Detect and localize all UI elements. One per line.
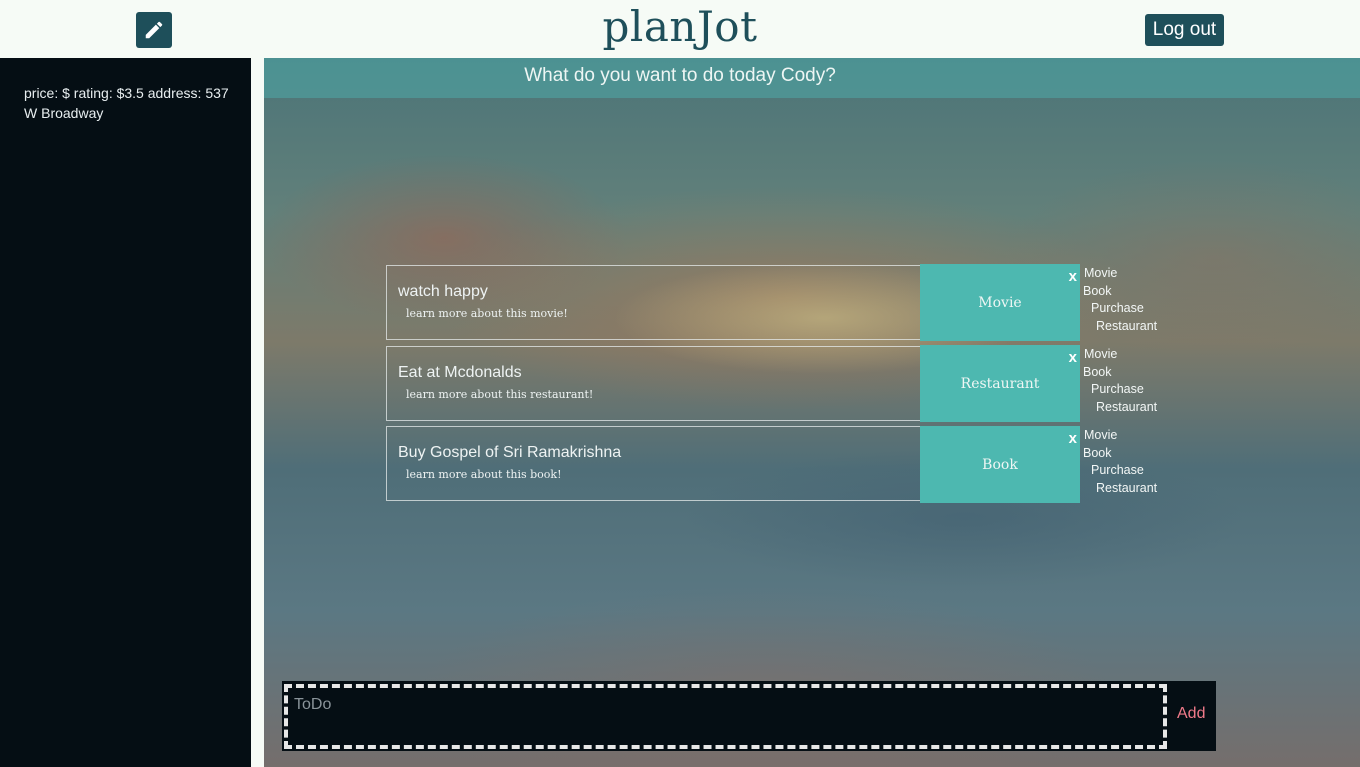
category-badge[interactable]: Book x (920, 426, 1080, 503)
category-badge[interactable]: Restaurant x (920, 345, 1080, 422)
delete-todo-button[interactable]: x (1069, 349, 1077, 366)
category-label: Restaurant (960, 375, 1040, 392)
category-option-purchase[interactable]: Purchase (1084, 300, 1204, 318)
learn-more-link[interactable]: learn more about this book! (406, 468, 562, 481)
todo-title: watch happy (398, 283, 488, 300)
category-option-book[interactable]: Book (1083, 445, 1204, 463)
category-option-restaurant[interactable]: Restaurant (1084, 318, 1204, 336)
add-todo-form: Add (282, 681, 1216, 751)
place-details: price: $ rating: $3.5 address: 537 W Bro… (24, 85, 229, 121)
sidebar: price: $ rating: $3.5 address: 537 W Bro… (0, 58, 251, 767)
category-option-restaurant[interactable]: Restaurant (1084, 399, 1204, 417)
add-button[interactable]: Add (1177, 705, 1205, 723)
learn-more-link[interactable]: learn more about this restaurant! (406, 388, 593, 401)
main-panel: What do you want to do today Cody? watch… (264, 58, 1360, 767)
category-option-purchase[interactable]: Purchase (1084, 462, 1204, 480)
category-badge[interactable]: Movie x (920, 264, 1080, 341)
category-option-movie[interactable]: Movie (1084, 346, 1204, 364)
category-option-movie[interactable]: Movie (1084, 265, 1204, 283)
prompt-banner: What do you want to do today Cody? (264, 58, 1360, 98)
todo-title: Buy Gospel of Sri Ramakrishna (398, 444, 622, 461)
sidebar-divider (251, 58, 264, 767)
category-menu: Movie Book Purchase Restaurant (1083, 346, 1204, 417)
category-option-book[interactable]: Book (1083, 283, 1204, 301)
category-menu: Movie Book Purchase Restaurant (1083, 427, 1204, 498)
category-label: Book (982, 456, 1018, 473)
category-label: Movie (978, 294, 1022, 311)
logout-button[interactable]: Log out (1145, 14, 1224, 46)
todo-input[interactable] (284, 684, 1167, 749)
top-header: planJot Log out (0, 0, 1360, 58)
prompt-text: What do you want to do today Cody? (524, 65, 836, 86)
category-option-purchase[interactable]: Purchase (1084, 381, 1204, 399)
delete-todo-button[interactable]: x (1069, 268, 1077, 285)
category-menu: Movie Book Purchase Restaurant (1083, 265, 1204, 336)
todo-item: watch happy learn more about this movie! (386, 265, 921, 340)
category-option-book[interactable]: Book (1083, 364, 1204, 382)
category-option-restaurant[interactable]: Restaurant (1084, 480, 1204, 498)
todo-title: Eat at Mcdonalds (398, 364, 522, 381)
category-option-movie[interactable]: Movie (1084, 427, 1204, 445)
learn-more-link[interactable]: learn more about this movie! (406, 307, 568, 320)
todo-item: Eat at Mcdonalds learn more about this r… (386, 346, 921, 421)
delete-todo-button[interactable]: x (1069, 430, 1077, 447)
todo-item: Buy Gospel of Sri Ramakrishna learn more… (386, 426, 921, 501)
